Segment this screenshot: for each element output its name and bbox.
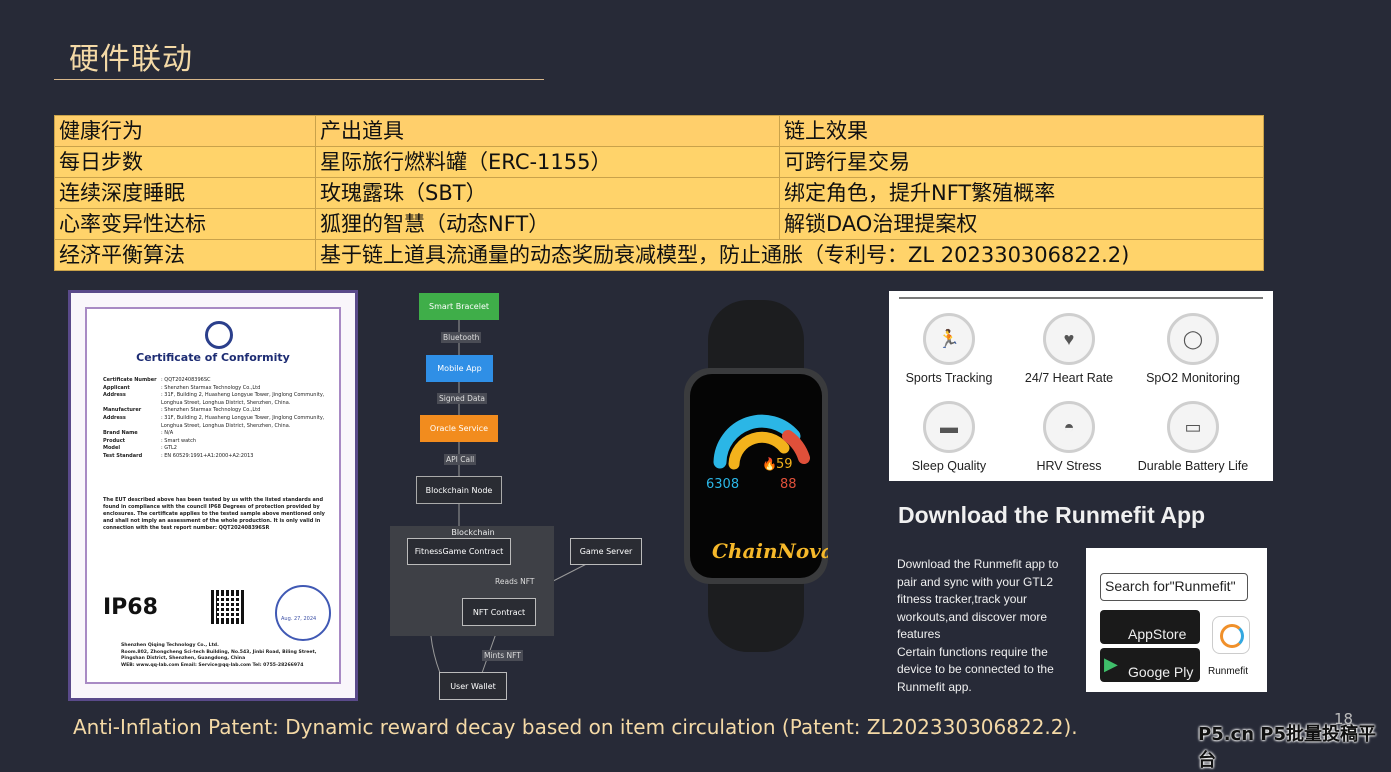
- smart-bracelet-node: Smart Bracelet: [419, 293, 499, 320]
- smart-watch-image: 🔥 59 6308 88 ChainNova: [684, 300, 834, 652]
- svg-text:🔥: 🔥: [762, 457, 777, 471]
- svg-text:6308: 6308: [706, 477, 739, 492]
- user-wallet-node: User Wallet: [439, 672, 507, 700]
- table-cell: 连续深度睡眠: [54, 177, 316, 209]
- feature-battery: ▭ Durable Battery Life: [1133, 401, 1253, 473]
- table-cell: 星际旅行燃料罐（ERC-1155）: [315, 146, 780, 178]
- edge-label-bluetooth: Bluetooth: [441, 332, 482, 343]
- ip-rating: IP68: [103, 595, 158, 620]
- table-cell: 解锁DAO治理提案权: [779, 208, 1264, 240]
- qr-code-icon: [211, 590, 245, 624]
- certificate-issuer: Shenzhen Qiqing Technology Co., Ltd. Roo…: [121, 643, 317, 668]
- features-divider: [899, 297, 1263, 299]
- feature-heart-rate: ♥ 24/7 Heart Rate: [1009, 313, 1129, 385]
- page-title: 硬件联动: [69, 42, 193, 77]
- nft-contract-node: NFT Contract: [462, 598, 536, 626]
- appstore-badge[interactable]: AppStore: [1100, 610, 1200, 644]
- title-underline: [54, 79, 544, 80]
- certificate-field: Test Standard: EN 60529:1991+A1:2000+A2:…: [103, 452, 254, 459]
- edge-label-mints-nft: Mints NFT: [482, 650, 523, 661]
- app-store-panel: Search for"Runmefit" AppStore ▶ Googe Pl…: [1086, 548, 1267, 692]
- certificate-field: Product: Smart watch: [103, 437, 197, 444]
- bed-icon: ▬: [923, 401, 975, 453]
- svg-text:59: 59: [776, 457, 793, 472]
- certificate-title: Certificate of Conformity: [136, 351, 290, 364]
- certificate-body: The EUT described above has been tested …: [103, 497, 325, 531]
- runmefit-label: Runmefit: [1208, 666, 1249, 677]
- footer-patent-note: Anti-Inflation Patent: Dynamic reward de…: [73, 715, 1078, 739]
- feature-sports-tracking: 🏃 Sports Tracking: [889, 313, 1009, 385]
- feature-sleep-quality: ▬ Sleep Quality: [889, 401, 1009, 473]
- feature-hrv-stress: ◓ HRV Stress: [1009, 401, 1129, 473]
- table-row: 连续深度睡眠 玫瑰露珠（SBT） 绑定角色，提升NFT繁殖概率: [54, 177, 1264, 209]
- certificate-field: Address: 31F, Building 2, Huasheng Longy…: [103, 392, 325, 406]
- table-cell: 可跨行星交易: [779, 146, 1264, 178]
- architecture-diagram: Blockchain Smart Bracelet Bluetooth Mobi…: [380, 290, 660, 710]
- table-cell-merged: 基于链上道具流通量的动态奖励衰减模型，防止通胀（专利号：ZL 202330306…: [315, 239, 1264, 271]
- certificate-field: Address: 31F, Building 2, Huasheng Longy…: [103, 414, 325, 429]
- edge-label-reads-nft: Reads NFT: [493, 576, 537, 587]
- svg-text:ChainNova: ChainNova: [712, 539, 828, 563]
- certificate-image: Certificate of Conformity Certificate Nu…: [68, 290, 358, 701]
- seal-icon: [275, 585, 331, 641]
- table-header-cell: 健康行为: [54, 115, 316, 147]
- table-cell: 心率变异性达标: [54, 208, 316, 240]
- runmefit-logo-icon: [1212, 616, 1250, 654]
- certificate-field: Brand Name: N/A: [103, 430, 174, 437]
- table-cell: 绑定角色，提升NFT繁殖概率: [779, 177, 1264, 209]
- battery-icon: ▭: [1167, 401, 1219, 453]
- search-hint: Search for"Runmefit": [1100, 573, 1248, 601]
- edge-label-signed-data: Signed Data: [437, 393, 488, 404]
- table-row: 心率变异性达标 狐狸的智慧（动态NFT） 解锁DAO治理提案权: [54, 208, 1264, 240]
- table-header-cell: 产出道具: [315, 115, 780, 147]
- feature-spo2: ◯ SpO2 Monitoring: [1133, 313, 1253, 385]
- svg-text:88: 88: [780, 477, 797, 492]
- table-cell: 每日步数: [54, 146, 316, 178]
- blockchain-group-label: Blockchain: [451, 527, 495, 537]
- blockchain-node: Blockchain Node: [416, 476, 502, 504]
- certificate-field: Manufacturer: Shenzhen Starmax Technolog…: [103, 407, 261, 414]
- edge-label-api-call: API Call: [444, 454, 477, 465]
- features-panel: 🏃 Sports Tracking ♥ 24/7 Heart Rate ◯ Sp…: [889, 291, 1273, 481]
- game-server-node: Game Server: [570, 538, 642, 565]
- fitness-contract-node: FitnessGame Contract: [407, 538, 511, 565]
- certificate-field: Certificate Number: QQT202408396SC: [103, 377, 211, 383]
- table-cell: 玫瑰露珠（SBT）: [315, 177, 780, 209]
- watch-illustration: 🔥 59 6308 88 ChainNova: [684, 300, 834, 652]
- table-cell: 经济平衡算法: [54, 239, 316, 271]
- heart-icon: ♥: [1043, 313, 1095, 365]
- certificate-field: Model: GTL2: [103, 445, 177, 452]
- watermark: P5.cn P5批量投稿平台: [1198, 724, 1377, 771]
- certificate-field: Applicant: Shenzhen Starmax Technology C…: [103, 384, 261, 391]
- table-header-cell: 链上效果: [779, 115, 1264, 147]
- certificate-logo-icon: [205, 321, 233, 349]
- running-icon: 🏃: [923, 313, 975, 365]
- download-description: Download the Runmefit app to pair and sy…: [897, 557, 1059, 694]
- table-row: 每日步数 星际旅行燃料罐（ERC-1155） 可跨行星交易: [54, 146, 1264, 178]
- seal-date: Aug. 27, 2024: [281, 616, 317, 622]
- mobile-app-node: Mobile App: [426, 355, 493, 382]
- apple-icon: [1104, 616, 1124, 636]
- oracle-service-node: Oracle Service: [420, 415, 498, 442]
- certificate-fields: Certificate Number: QQT202408396SC Appli…: [103, 377, 333, 461]
- googleplay-badge[interactable]: ▶ Googe Ply: [1100, 648, 1200, 682]
- table-row: 经济平衡算法 基于链上道具流通量的动态奖励衰减模型，防止通胀（专利号：ZL 20…: [54, 239, 1264, 271]
- ring-icon: ◯: [1167, 313, 1219, 365]
- health-behavior-table: 健康行为 产出道具 链上效果 每日步数 星际旅行燃料罐（ERC-1155） 可跨…: [54, 115, 1264, 271]
- download-title: Download the Runmefit App: [898, 502, 1206, 528]
- stress-icon: ◓: [1043, 401, 1095, 453]
- table-header-row: 健康行为 产出道具 链上效果: [54, 115, 1264, 147]
- play-icon: ▶: [1104, 654, 1118, 674]
- table-cell: 狐狸的智慧（动态NFT）: [315, 208, 780, 240]
